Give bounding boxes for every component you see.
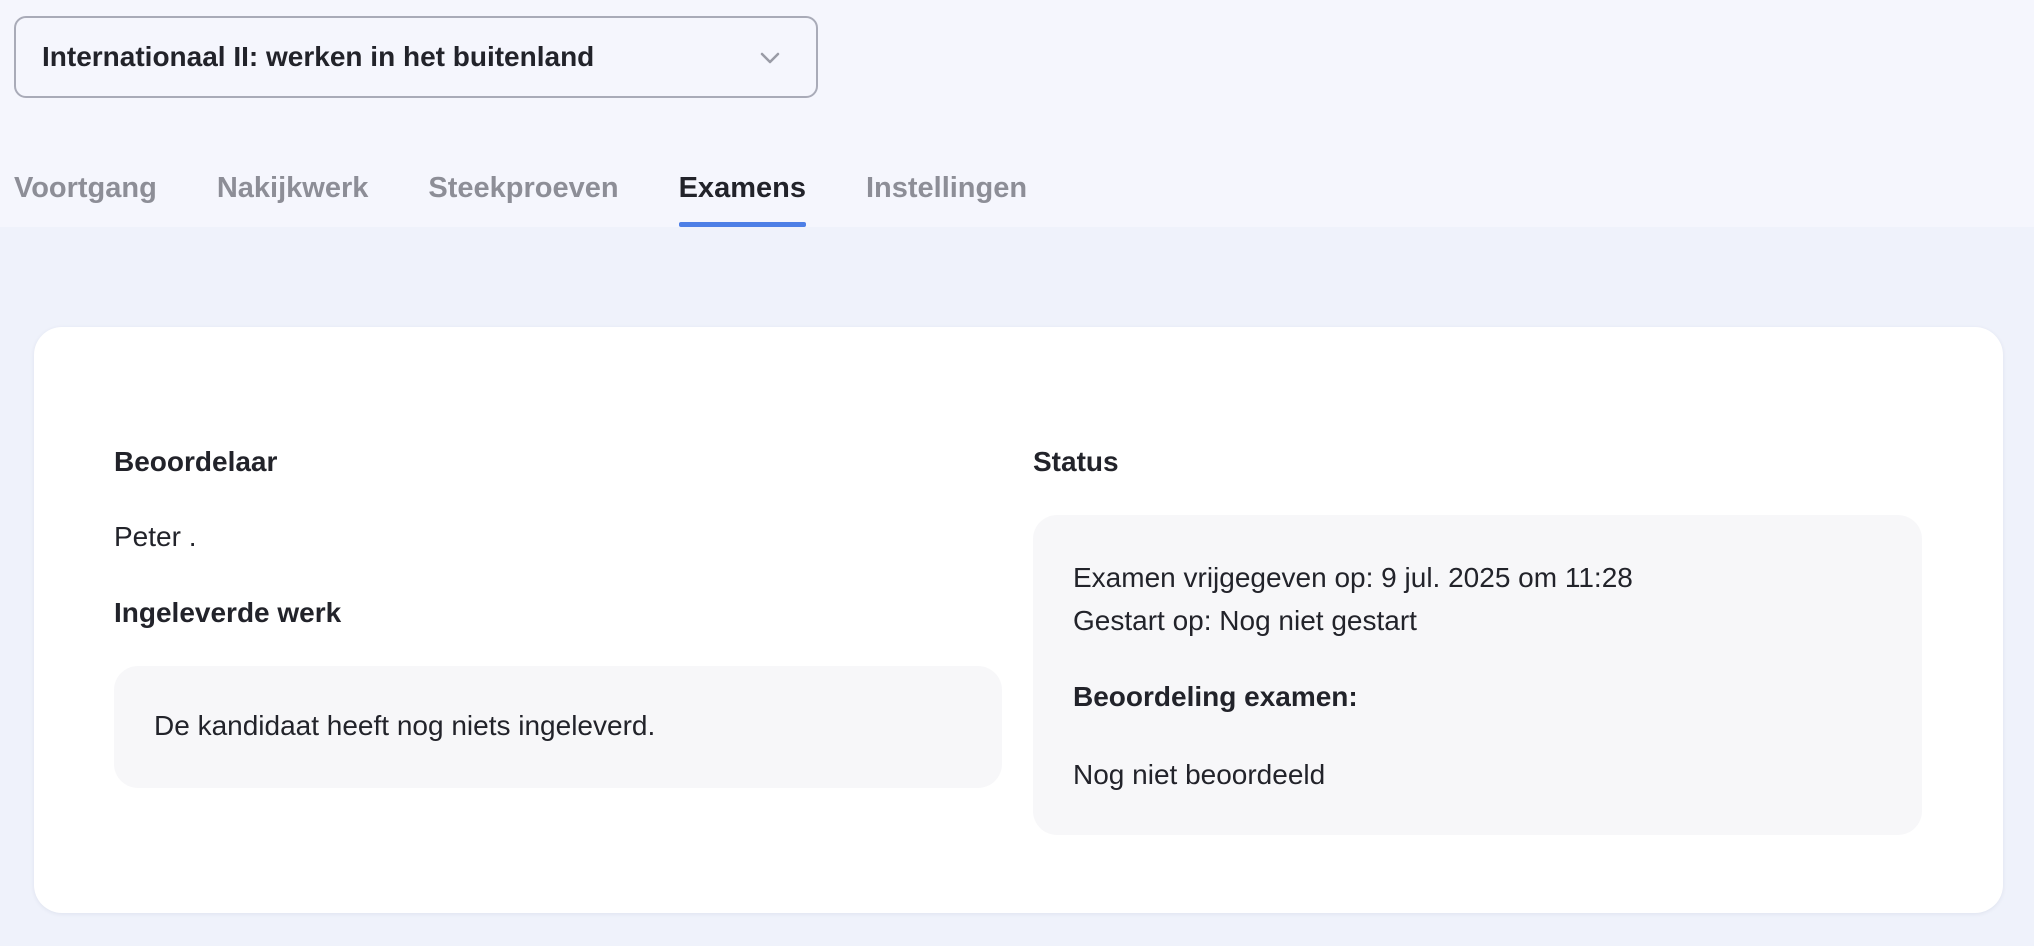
- header-area: Internationaal II: werken in het buitenl…: [0, 0, 2034, 227]
- submitted-text: De kandidaat heeft nog niets ingeleverd.: [154, 710, 656, 741]
- tab-voortgang[interactable]: Voortgang: [14, 160, 157, 227]
- submitted-heading: Ingeleverde werk: [114, 597, 342, 628]
- chevron-down-icon: [760, 52, 780, 64]
- submitted-panel: De kandidaat heeft nog niets ingeleverd.: [114, 666, 1002, 788]
- tab-nakijkwerk[interactable]: Nakijkwerk: [217, 160, 369, 227]
- exam-card: Beoordelaar Peter . Ingeleverde werk De …: [34, 327, 2003, 913]
- tab-steekproeven[interactable]: Steekproeven: [428, 160, 618, 227]
- grade-heading: Beoordeling examen:: [1073, 681, 1358, 712]
- status-released: Examen vrijgegeven op: 9 jul. 2025 om 11…: [1073, 562, 1633, 593]
- status-panel: Examen vrijgegeven op: 9 jul. 2025 om 11…: [1033, 515, 1922, 835]
- course-select[interactable]: Internationaal II: werken in het buitenl…: [14, 16, 818, 98]
- status-heading: Status: [1033, 446, 1119, 477]
- grade-value: Nog niet beoordeeld: [1073, 759, 1326, 790]
- status-started: Gestart op: Nog niet gestart: [1073, 605, 1417, 636]
- assessor-heading: Beoordelaar: [114, 446, 278, 477]
- tab-bar: Voortgang Nakijkwerk Steekproeven Examen…: [14, 160, 1087, 227]
- tab-instellingen[interactable]: Instellingen: [866, 160, 1027, 227]
- assessor-name: Peter .: [114, 521, 197, 552]
- course-select-value: Internationaal II: werken in het buitenl…: [42, 41, 595, 72]
- tab-examens[interactable]: Examens: [678, 160, 807, 227]
